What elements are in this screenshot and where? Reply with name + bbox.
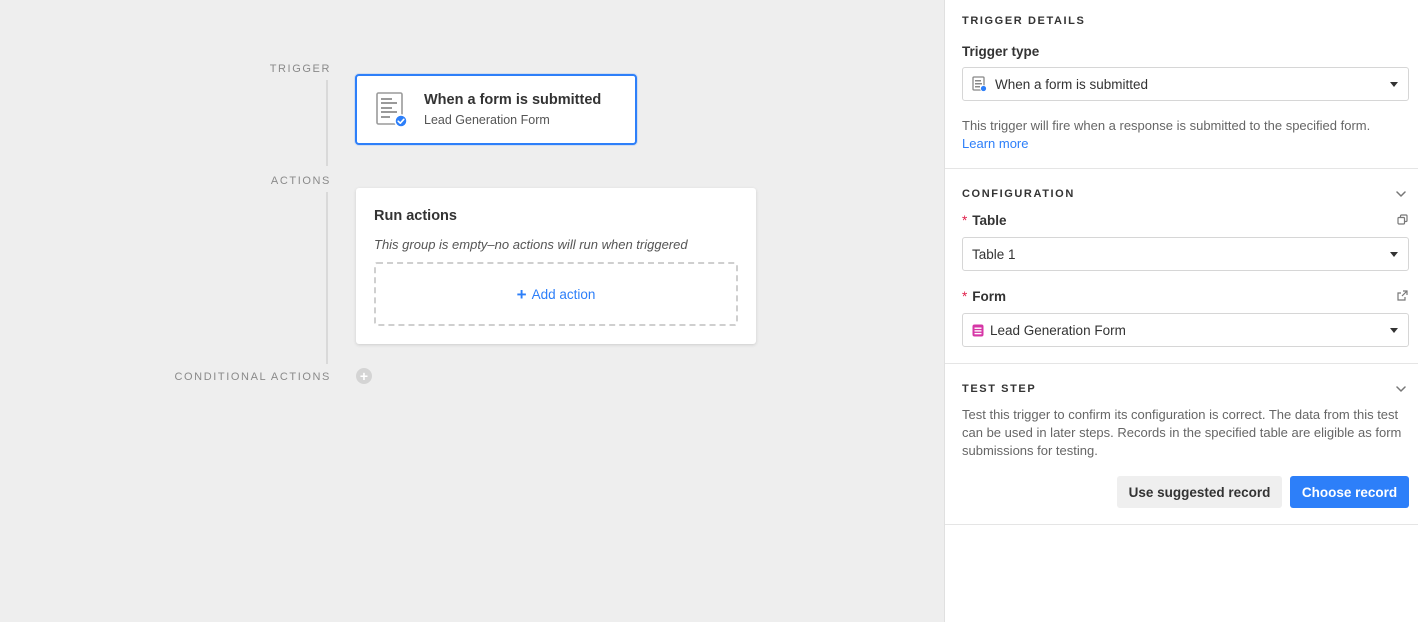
use-suggested-record-button[interactable]: Use suggested record bbox=[1117, 476, 1282, 508]
copy-icon[interactable] bbox=[1397, 214, 1408, 225]
test-step-description: Test this trigger to confirm its configu… bbox=[962, 407, 1402, 458]
required-marker: * bbox=[962, 213, 968, 228]
trigger-details-section: TRIGGER DETAILS Trigger type When a form… bbox=[945, 0, 1418, 169]
form-select[interactable]: Lead Generation Form bbox=[962, 313, 1409, 347]
trigger-details-heading: TRIGGER DETAILS bbox=[962, 15, 1086, 27]
trigger-card[interactable]: When a form is submitted Lead Generation… bbox=[355, 74, 637, 145]
plus-circle-icon[interactable]: + bbox=[356, 368, 372, 384]
dropdown-caret-icon bbox=[1390, 328, 1398, 333]
add-action-label: Add action bbox=[531, 286, 596, 302]
configuration-heading: CONFIGURATION bbox=[962, 188, 1075, 200]
dropdown-caret-icon bbox=[1390, 252, 1398, 257]
form-submitted-icon bbox=[375, 91, 409, 128]
test-step-heading: TEST STEP bbox=[962, 383, 1037, 395]
table-select[interactable]: Table 1 bbox=[962, 237, 1409, 271]
external-link-icon[interactable] bbox=[1397, 290, 1408, 301]
table-field-label: * Table bbox=[962, 213, 1007, 228]
table-label-text: Table bbox=[972, 213, 1007, 228]
trigger-type-select[interactable]: When a form is submitted bbox=[962, 67, 1409, 101]
actions-connector-line bbox=[326, 192, 328, 364]
required-marker: * bbox=[962, 289, 968, 304]
trigger-type-label: Trigger type bbox=[962, 44, 1040, 59]
trigger-connector-line bbox=[326, 80, 328, 166]
form-icon bbox=[972, 324, 984, 337]
trigger-description-text: This trigger will fire when a response i… bbox=[962, 118, 1371, 133]
choose-record-button[interactable]: Choose record bbox=[1290, 476, 1409, 508]
form-select-value: Lead Generation Form bbox=[990, 322, 1126, 338]
trigger-details-panel: TRIGGER DETAILS Trigger type When a form… bbox=[944, 0, 1418, 622]
trigger-type-value: When a form is submitted bbox=[995, 76, 1149, 92]
plus-icon: + bbox=[516, 284, 527, 304]
actions-section-label: ACTIONS bbox=[270, 175, 331, 187]
table-select-value: Table 1 bbox=[972, 246, 1016, 262]
form-label-text: Form bbox=[972, 289, 1007, 304]
learn-more-link[interactable]: Learn more bbox=[962, 135, 1408, 153]
trigger-description: This trigger will fire when a response i… bbox=[962, 117, 1408, 153]
conditional-actions-section-label: CONDITIONAL ACTIONS bbox=[174, 371, 331, 383]
add-action-button[interactable]: + Add action bbox=[374, 262, 738, 326]
form-field-label: * Form bbox=[962, 289, 1006, 304]
trigger-section-label: TRIGGER bbox=[269, 63, 331, 75]
chevron-down-icon[interactable] bbox=[1396, 189, 1406, 199]
actions-group-card: Run actions This group is empty–no actio… bbox=[356, 188, 756, 344]
trigger-card-title: When a form is submitted bbox=[424, 92, 602, 108]
trigger-card-subtitle: Lead Generation Form bbox=[424, 113, 550, 127]
configuration-section: CONFIGURATION * Table Table 1 * Form Lea… bbox=[945, 169, 1418, 364]
actions-group-title: Run actions bbox=[374, 208, 457, 224]
trigger-card-text: When a form is submitted Lead Generation… bbox=[424, 92, 601, 127]
actions-empty-text: This group is empty–no actions will run … bbox=[374, 237, 688, 252]
form-submitted-icon bbox=[972, 76, 987, 92]
dropdown-caret-icon bbox=[1390, 82, 1398, 87]
automation-canvas: TRIGGER When a form is submitted Lead Ge… bbox=[0, 0, 944, 622]
chevron-down-icon[interactable] bbox=[1396, 384, 1406, 394]
